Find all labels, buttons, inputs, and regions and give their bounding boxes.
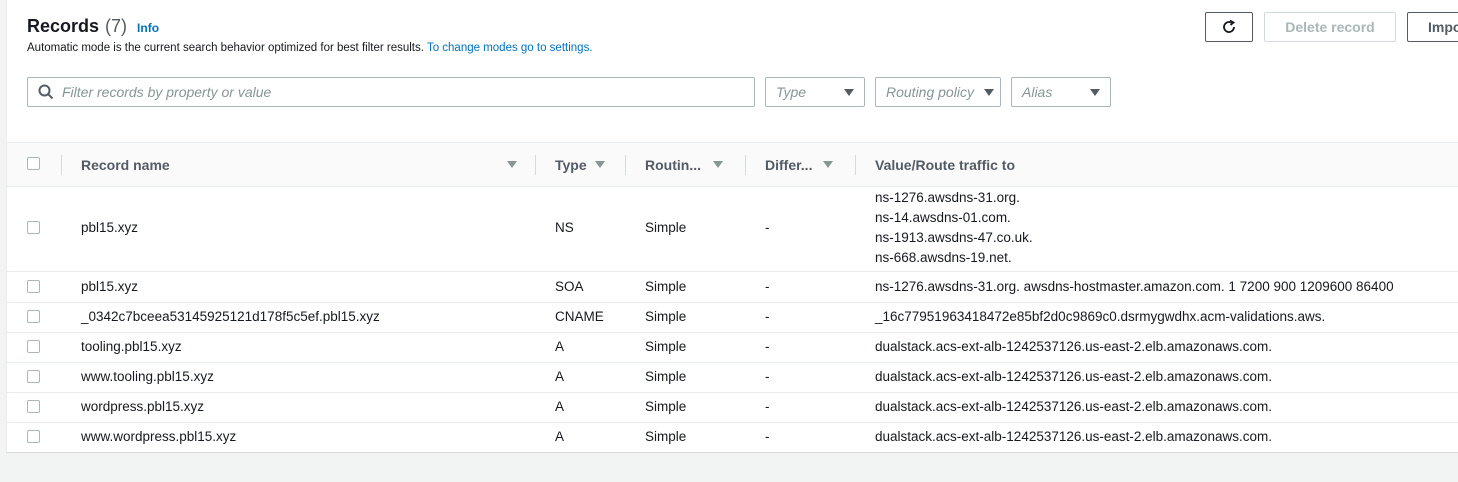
sort-caret-icon	[823, 161, 833, 168]
record-name: pbl15.xyz	[81, 279, 139, 294]
record-value: ns-14.awsdns-01.com.	[875, 210, 1011, 225]
search-placeholder: Filter records by property or value	[62, 84, 272, 100]
column-label: Type	[555, 156, 587, 173]
record-type: A	[555, 339, 565, 354]
caret-down-icon	[984, 88, 994, 96]
record-value: dualstack.acs-ext-alb-1242537126.us-east…	[875, 339, 1272, 354]
records-count: (7)	[105, 16, 128, 36]
column-label: Record name	[81, 156, 170, 173]
column-header-value[interactable]: Value/Route traffic to	[875, 143, 1175, 186]
column-divider	[61, 155, 62, 175]
routing-policy: Simple	[645, 309, 687, 324]
table-header: Record name Type Routin... Differ... Val…	[7, 142, 1458, 187]
differentiator: -	[765, 220, 770, 235]
column-header-record-name[interactable]: Record name	[81, 143, 521, 186]
routing-policy: Simple	[645, 429, 687, 444]
column-divider	[745, 155, 746, 175]
differentiator: -	[765, 279, 770, 294]
column-divider	[535, 155, 536, 175]
routing-policy: Simple	[645, 399, 687, 414]
row-checkbox[interactable]	[27, 370, 40, 383]
column-label: Routin...	[645, 156, 701, 173]
record-value-list: ns-1276.awsdns-31.org. ns-14.awsdns-01.c…	[875, 188, 1033, 268]
record-type: CNAME	[555, 309, 604, 324]
delete-record-button[interactable]: Delete record	[1264, 12, 1396, 42]
column-divider	[625, 155, 626, 175]
row-checkbox[interactable]	[27, 340, 40, 353]
record-value: ns-1276.awsdns-31.org.	[875, 190, 1020, 205]
select-all-checkbox[interactable]	[27, 157, 40, 170]
record-value: ns-668.awsdns-19.net.	[875, 250, 1012, 265]
table-row[interactable]: www.tooling.pbl15.xyz A Simple - dualsta…	[7, 362, 1458, 393]
record-value: dualstack.acs-ext-alb-1242537126.us-east…	[875, 399, 1272, 414]
records-panel: Records (7) Info Automatic mode is the c…	[6, 0, 1458, 453]
differentiator: -	[765, 399, 770, 414]
caret-down-icon	[844, 88, 854, 96]
column-label: Value/Route traffic to	[875, 156, 1016, 173]
table-row[interactable]: pbl15.xyz NS Simple - ns-1276.awsdns-31.…	[7, 186, 1458, 272]
sort-caret-icon	[595, 161, 605, 168]
record-value: dualstack.acs-ext-alb-1242537126.us-east…	[875, 429, 1272, 444]
record-type: SOA	[555, 279, 584, 294]
table-row[interactable]: _0342c7bceea53145925121d178f5c5ef.pbl15.…	[7, 302, 1458, 333]
info-link[interactable]: Info	[137, 21, 159, 35]
refresh-icon	[1223, 19, 1236, 33]
record-value: _16c77951963418472e85bf2d0c9869c0.dsrmyg…	[875, 309, 1326, 324]
sort-caret-icon	[507, 161, 517, 168]
alias-filter-placeholder: Alias	[1022, 84, 1053, 100]
record-name: wordpress.pbl15.xyz	[81, 399, 205, 414]
subtitle-text: Automatic mode is the current search beh…	[27, 42, 424, 54]
caret-down-icon	[1090, 88, 1100, 96]
routing-policy-filter-dropdown[interactable]: Routing policy	[875, 77, 1001, 107]
differentiator: -	[765, 339, 770, 354]
routing-policy: Simple	[645, 279, 687, 294]
differentiator: -	[765, 369, 770, 384]
table-row[interactable]: www.wordpress.pbl15.xyz A Simple - duals…	[7, 422, 1458, 452]
routing-policy: Simple	[645, 369, 687, 384]
table-row[interactable]: pbl15.xyz SOA Simple - ns-1276.awsdns-31…	[7, 272, 1458, 303]
row-checkbox[interactable]	[27, 280, 40, 293]
row-checkbox[interactable]	[27, 430, 40, 443]
record-value: ns-1276.awsdns-31.org. awsdns-hostmaster…	[875, 279, 1394, 294]
records-title-row: Records (7) Info	[27, 16, 159, 37]
record-name: www.wordpress.pbl15.xyz	[81, 429, 237, 444]
differentiator: -	[765, 309, 770, 324]
row-checkbox[interactable]	[27, 400, 40, 413]
row-checkbox[interactable]	[27, 221, 40, 234]
type-filter-placeholder: Type	[776, 84, 807, 100]
record-type: A	[555, 429, 565, 444]
record-type: A	[555, 399, 565, 414]
refresh-button[interactable]	[1205, 12, 1253, 42]
record-type: NS	[555, 220, 574, 235]
differentiator: -	[765, 429, 770, 444]
routing-filter-placeholder: Routing policy	[886, 84, 974, 100]
routing-policy: Simple	[645, 220, 687, 235]
table-row[interactable]: tooling.pbl15.xyz A Simple - dualstack.a…	[7, 332, 1458, 363]
search-mode-description: Automatic mode is the current search beh…	[27, 42, 593, 54]
row-checkbox[interactable]	[27, 310, 40, 323]
import-button[interactable]: Impo	[1407, 12, 1458, 42]
record-name: pbl15.xyz	[81, 220, 139, 235]
search-icon	[38, 84, 54, 100]
page-title: Records	[27, 16, 100, 36]
routing-policy: Simple	[645, 339, 687, 354]
search-input[interactable]: Filter records by property or value	[27, 77, 755, 107]
record-value: dualstack.acs-ext-alb-1242537126.us-east…	[875, 369, 1272, 384]
column-header-type[interactable]: Type	[555, 143, 609, 186]
record-value: ns-1913.awsdns-47.co.uk.	[875, 230, 1033, 245]
record-type: A	[555, 369, 565, 384]
record-name: tooling.pbl15.xyz	[81, 339, 182, 354]
type-filter-dropdown[interactable]: Type	[765, 77, 865, 107]
column-label: Differ...	[765, 156, 813, 173]
column-header-routing[interactable]: Routin...	[645, 143, 727, 186]
sort-caret-icon	[713, 161, 723, 168]
record-name: _0342c7bceea53145925121d178f5c5ef.pbl15.…	[81, 309, 380, 324]
column-header-differentiator[interactable]: Differ...	[765, 143, 837, 186]
column-divider	[855, 155, 856, 175]
table-row[interactable]: wordpress.pbl15.xyz A Simple - dualstack…	[7, 392, 1458, 423]
alias-filter-dropdown[interactable]: Alias	[1011, 77, 1111, 107]
settings-link[interactable]: To change modes go to settings.	[427, 42, 593, 54]
record-name: www.tooling.pbl15.xyz	[81, 369, 214, 384]
